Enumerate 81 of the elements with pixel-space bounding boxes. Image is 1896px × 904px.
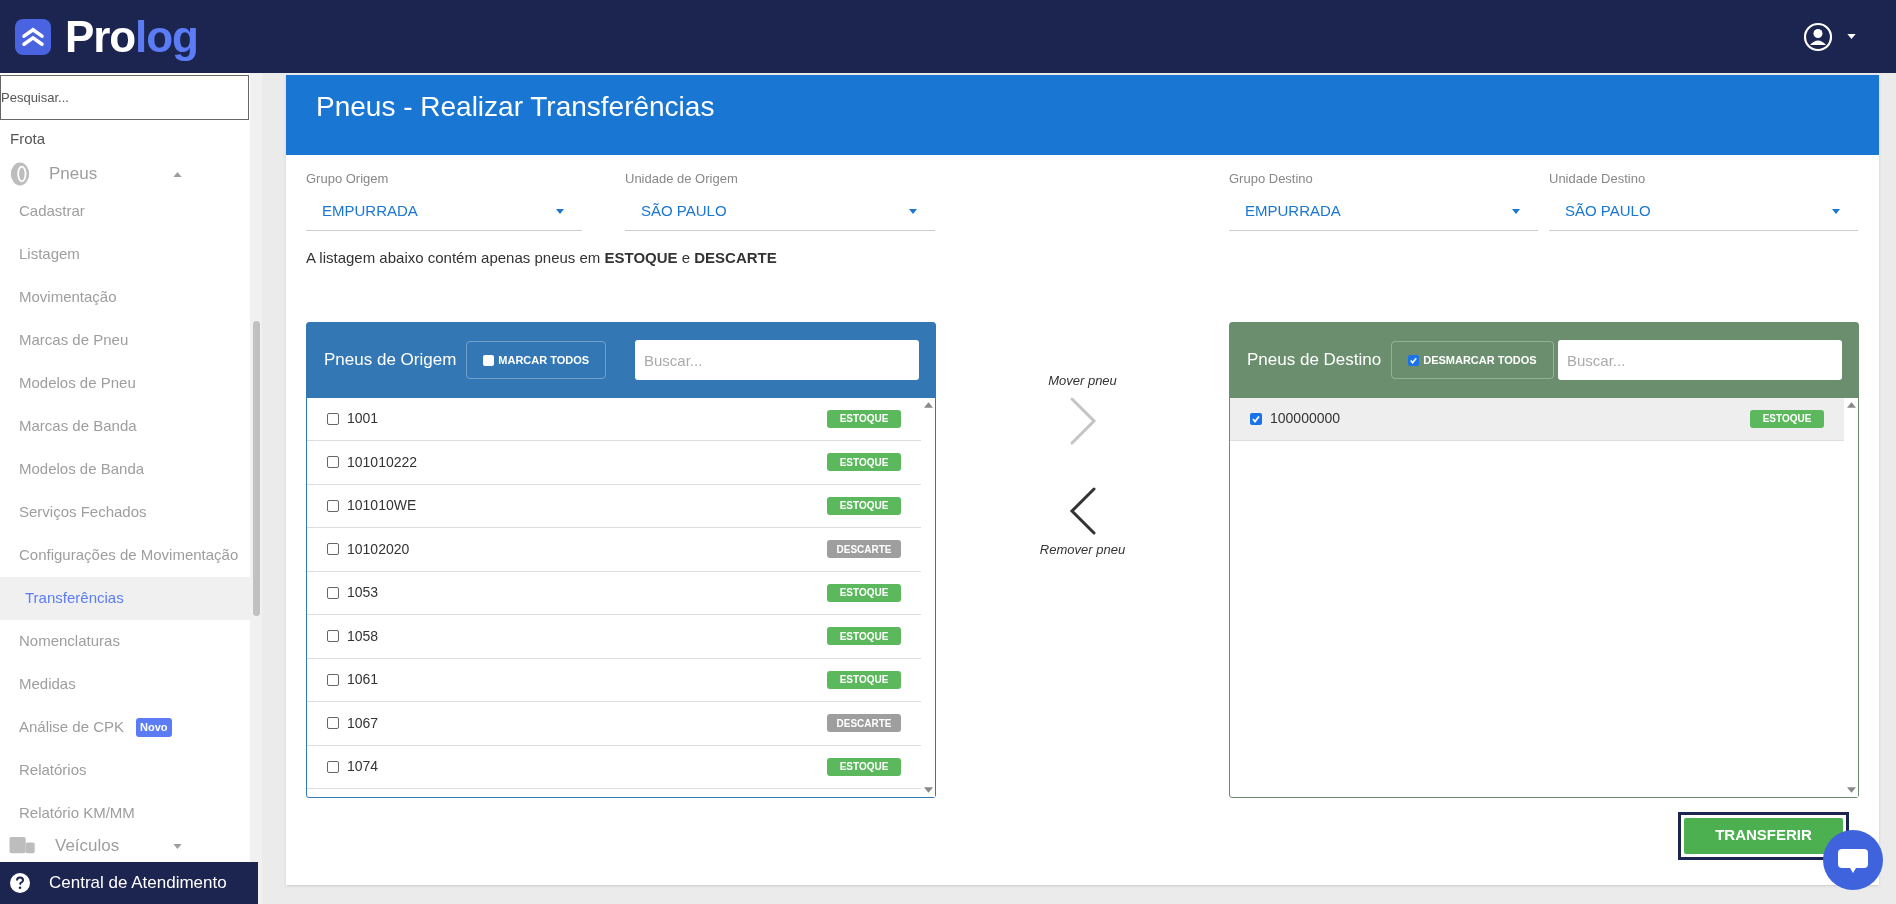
new-badge: Novo <box>136 718 172 737</box>
status-badge: ESTOQUE <box>827 670 901 689</box>
caret-icon <box>556 209 564 214</box>
status-badge: DESCARTE <box>827 540 901 559</box>
search-field[interactable]: Pesquisar... <box>0 75 249 120</box>
checkbox[interactable] <box>327 543 339 556</box>
checkbox[interactable] <box>327 456 339 469</box>
sidebar-item[interactable]: Nomenclaturas <box>0 620 250 663</box>
caret-icon <box>1512 209 1520 214</box>
tire-icon <box>9 161 31 187</box>
tire-row[interactable]: 100000000 ESTOQUE <box>1230 397 1844 441</box>
status-badge: ESTOQUE <box>827 757 901 776</box>
sidebar-item[interactable]: Listagem <box>0 233 250 276</box>
checkbox[interactable] <box>1250 412 1262 425</box>
logo-icon <box>15 18 51 55</box>
search-field[interactable]: Buscar... <box>635 340 919 380</box>
checkbox[interactable] <box>327 717 339 730</box>
sidebar-item[interactable]: Relatórios <box>0 749 250 792</box>
move-label: Mover pneu <box>1048 371 1117 390</box>
sidebar-item[interactable]: Modelos de Banda <box>0 448 250 491</box>
select-field[interactable]: EMPURRADA <box>1229 193 1538 231</box>
panel-title: Pneus de Destino <box>1247 349 1382 372</box>
checkbox[interactable] <box>327 760 339 773</box>
caret-icon <box>1832 209 1840 214</box>
select-field[interactable]: SÃO PAULO <box>1549 193 1858 231</box>
sidebar-item[interactable]: Transferências <box>0 577 250 620</box>
caret-icon <box>909 209 917 214</box>
field-label: Unidade de Origem <box>625 170 739 188</box>
status-badge: ESTOQUE <box>827 409 901 428</box>
status-badge: DESCARTE <box>827 714 901 733</box>
chat-bubble-icon[interactable] <box>1823 830 1883 890</box>
sidebar-item[interactable]: Modelos de Pneu <box>0 362 250 405</box>
checkbox[interactable] <box>327 412 339 425</box>
scroll-down-icon[interactable] <box>923 786 933 793</box>
caret-icon[interactable] <box>1847 34 1856 39</box>
field-label: Unidade Destino <box>1549 170 1647 188</box>
sidebar-item[interactable]: Serviços Fechados <box>0 491 250 534</box>
transfer-button[interactable]: TRANSFERIR <box>1684 817 1843 854</box>
sidebar-group[interactable]: Veículos <box>0 835 250 857</box>
sidebar-item[interactable]: Configurações de Movimentação <box>0 534 250 577</box>
logo-text: Prolog <box>65 14 198 59</box>
status-badge: ESTOQUE <box>1750 409 1824 428</box>
sidebar-item[interactable]: Marcas de Banda <box>0 405 250 448</box>
status-badge: ESTOQUE <box>827 453 901 472</box>
select-all-toggle[interactable]: DESMARCAR TODOS <box>1391 341 1554 379</box>
select-field[interactable]: EMPURRADA <box>306 193 582 231</box>
field-label: Grupo Origem <box>306 170 390 188</box>
scrollbar[interactable] <box>250 73 262 904</box>
status-badge: ESTOQUE <box>827 627 901 646</box>
scroll-up-icon[interactable] <box>1846 401 1856 408</box>
panel-title: Pneus de Origem <box>324 349 457 372</box>
help-center-button[interactable]: Central de Atendimento <box>0 862 258 904</box>
select-field[interactable]: SÃO PAULO <box>625 193 935 231</box>
sidebar-item[interactable]: Medidas <box>0 663 250 706</box>
sidebar-item[interactable]: Cadastrar <box>0 190 250 233</box>
info-text: A listagem abaixo contém apenas pneus em ESTOQUE e DESCARTE <box>306 248 778 268</box>
help-icon <box>10 873 30 893</box>
status-badge: ESTOQUE <box>827 583 901 602</box>
scroll-down-icon[interactable] <box>1846 786 1856 793</box>
field-label: Grupo Destino <box>1229 170 1314 188</box>
checkbox[interactable] <box>327 630 339 643</box>
sidebar-item[interactable]: Marcas de Pneu <box>0 319 250 362</box>
checkbox[interactable] <box>327 673 339 686</box>
sidebar-group[interactable]: Pneus <box>0 158 250 190</box>
checkbox[interactable] <box>327 499 339 512</box>
select-all-toggle[interactable]: MARCAR TODOS <box>466 341 607 379</box>
status-badge: ESTOQUE <box>827 496 901 515</box>
sidebar-item[interactable]: Movimentação <box>0 276 250 319</box>
scroll-up-icon[interactable] <box>923 401 933 408</box>
checkbox-icon[interactable] <box>483 354 495 366</box>
sidebar-item[interactable]: Relatório KM/MM <box>0 792 250 835</box>
checkbox-icon[interactable] <box>1408 354 1420 366</box>
checkbox[interactable] <box>327 586 339 599</box>
remove-label: Remover pneu <box>1039 541 1126 559</box>
help-label: Central de Atendimento <box>49 872 227 895</box>
sidebar-item[interactable]: Análise de CPK Novo <box>0 706 250 749</box>
chevron-left-icon[interactable] <box>1067 485 1098 537</box>
user-avatar-icon[interactable] <box>1803 21 1833 52</box>
page-title: Pneus - Realizar Transferências <box>316 90 716 124</box>
sidebar-section[interactable]: Frota <box>0 120 250 158</box>
search-field[interactable]: Buscar... <box>1558 340 1842 380</box>
